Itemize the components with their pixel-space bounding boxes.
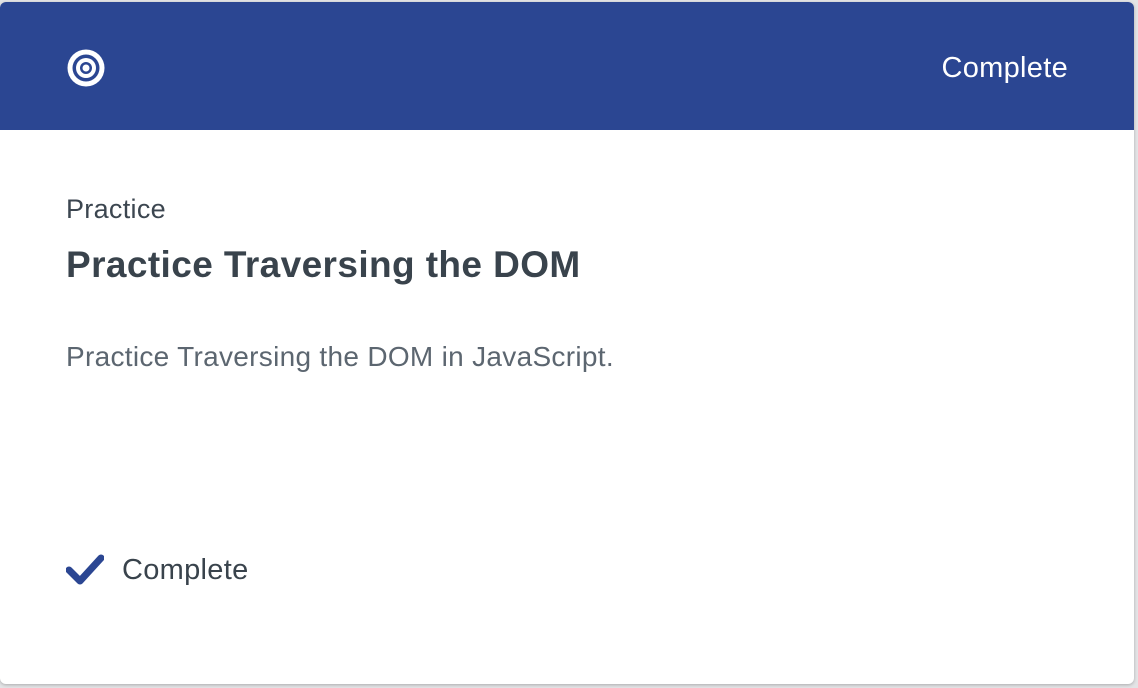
completion-status-label: Complete bbox=[122, 553, 249, 586]
lesson-title[interactable]: Practice Traversing the DOM bbox=[66, 244, 581, 286]
card-header: Complete bbox=[0, 2, 1134, 130]
target-icon bbox=[66, 48, 106, 88]
card-body: Practice Practice Traversing the DOM Pra… bbox=[66, 130, 1068, 684]
checkmark-icon bbox=[66, 553, 104, 587]
lesson-kind: Practice bbox=[66, 194, 166, 224]
lesson-description: Practice Traversing the DOM in JavaScrip… bbox=[66, 341, 614, 372]
completion-status: Complete bbox=[66, 550, 249, 590]
header-status-label: Complete bbox=[941, 52, 1068, 84]
lesson-card[interactable]: Complete Practice Practice Traversing th… bbox=[0, 2, 1134, 684]
